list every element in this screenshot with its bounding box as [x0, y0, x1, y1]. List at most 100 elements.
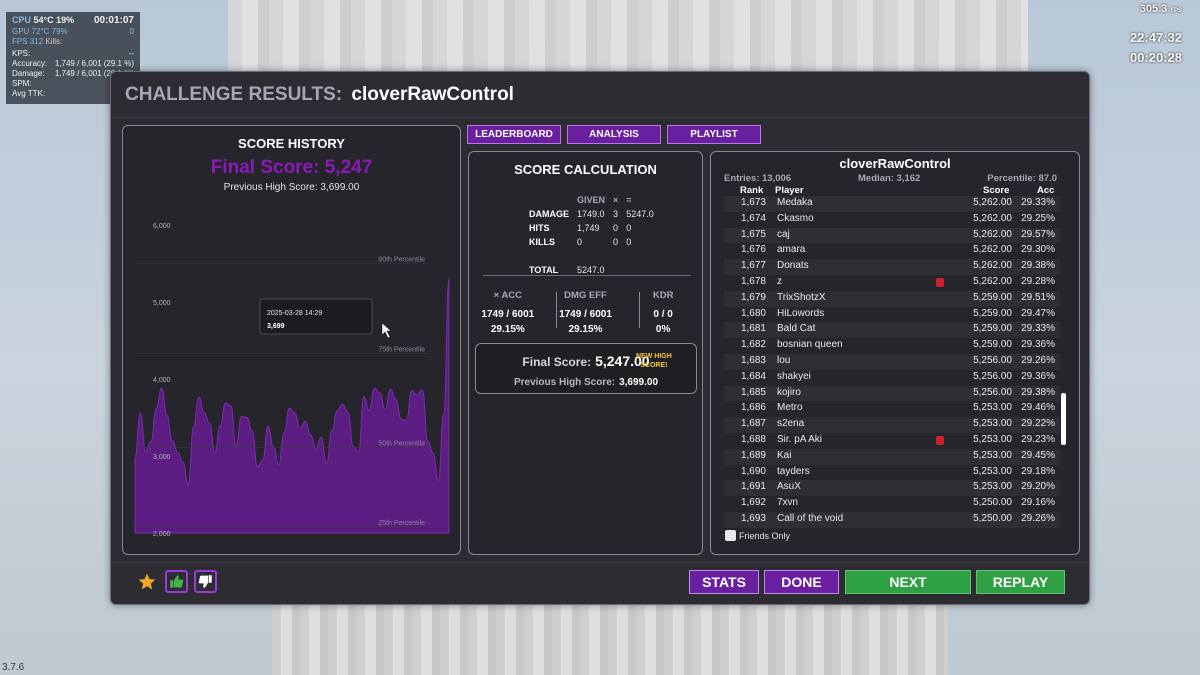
- row-acc: 29.26%: [1021, 512, 1055, 524]
- row-player: s2ena: [777, 418, 805, 430]
- row-rank: 1,685: [740, 386, 766, 398]
- tab-analysis[interactable]: ANALYSIS: [567, 125, 661, 144]
- row-score: 5,256.00: [973, 354, 1012, 366]
- leaderboard-row[interactable]: 1,678 z 5,262.00 29.28%: [724, 275, 1060, 291]
- hud-kps-value: --: [128, 49, 134, 58]
- leaderboard-entries: Entries: 13,006: [724, 173, 792, 184]
- row-score: 5,259.00: [973, 339, 1012, 351]
- row-acc: 29.20%: [1021, 481, 1055, 493]
- row-player: Metro: [777, 402, 803, 414]
- fps-counter: 305.3 FPS: [1139, 3, 1182, 15]
- version-label: 3.7.6: [2, 662, 25, 673]
- leaderboard-row[interactable]: 1,676 amara 5,262.00 29.30%: [724, 243, 1060, 259]
- row-rank: 1,674: [740, 212, 766, 224]
- hud-damage-label: Damage:: [12, 69, 45, 78]
- row-score: 5,253.00: [973, 402, 1012, 414]
- row-player: Kai: [777, 449, 792, 461]
- y-tick-label: 2,000: [153, 531, 171, 538]
- row-player: z: [777, 275, 782, 287]
- thumbs-down-icon[interactable]: [194, 570, 217, 593]
- row-rank: 1,682: [740, 339, 766, 351]
- friends-only-label: Friends Only: [739, 530, 791, 541]
- row-acc: 29.46%: [1021, 402, 1055, 414]
- row-score: 5,262.00: [973, 228, 1012, 240]
- row-player: kojiro: [777, 386, 801, 398]
- header-score: Score: [983, 185, 1010, 196]
- leaderboard-row[interactable]: 1,689 Kai 5,253.00 29.45%: [724, 448, 1060, 465]
- row-player: AsuX: [777, 481, 801, 493]
- next-button[interactable]: NEXT: [845, 570, 971, 594]
- score-history-title: SCORE HISTORY: [238, 136, 345, 151]
- header-player: Player: [775, 185, 804, 196]
- row-rank: 1,687: [740, 418, 766, 430]
- metric-damage-efficiency: DMG EFF 1749 / 6001 29.15%: [559, 290, 612, 335]
- metric-divider: [639, 292, 640, 328]
- favorite-star-icon[interactable]: [137, 572, 157, 592]
- row-player: caj: [777, 228, 790, 240]
- row-rank: 1,692: [740, 497, 766, 509]
- y-tick-label: 5,000: [153, 300, 171, 307]
- replay-button[interactable]: REPLAY: [976, 570, 1065, 594]
- row-rank: 1,673: [740, 197, 766, 208]
- row-acc: 29.23%: [1021, 433, 1055, 445]
- play-timer: 00:20:28: [1129, 50, 1182, 65]
- score-history-chart[interactable]: 90th Percentile 75th Percentile 50th Perce…: [123, 211, 460, 541]
- row-rank: 1,690: [740, 465, 766, 477]
- leaderboard-row[interactable]: 1,680 HiLowords 5,259.00 29.47%: [724, 307, 1060, 323]
- leaderboard-row[interactable]: 1,675 caj 5,262.00 29.57%: [724, 227, 1060, 244]
- row-score: 5,250.00: [973, 512, 1012, 524]
- row-rank: 1,691: [740, 481, 766, 493]
- hud-cpu: CPU 54°C 19%: [12, 15, 75, 25]
- hud-kps-label: KPS:: [12, 49, 31, 58]
- tab-leaderboard[interactable]: LEADERBOARD: [467, 125, 561, 144]
- metric-accuracy: × ACC 1749 / 6001 29.15%: [481, 290, 535, 335]
- tab-playlist[interactable]: PLAYLIST: [667, 125, 761, 144]
- new-high-score-badge: NEW HIGH SCORE!: [636, 353, 672, 369]
- leaderboard-row[interactable]: 1,679 TrixShotzX 5,259.00 29.51%: [724, 290, 1060, 307]
- leaderboard-percentile: Percentile: 87.0: [987, 173, 1057, 184]
- friends-only-checkbox[interactable]: [725, 530, 736, 541]
- leaderboard-rows[interactable]: 1,673 Medaka 5,262.00 29.33% 1,674 Ckasmo 5,26…: [724, 196, 1060, 528]
- done-button[interactable]: DONE: [764, 570, 839, 594]
- row-player: bosnian queen: [777, 339, 843, 351]
- leaderboard-row[interactable]: 1,691 AsuX 5,253.00 29.20%: [724, 480, 1060, 497]
- given-header: GIVEN: [577, 195, 606, 205]
- thumbs-up-icon[interactable]: [165, 570, 188, 593]
- row-score: 5,262.00: [973, 212, 1012, 224]
- percentile-label: 50th Percentile: [378, 441, 425, 448]
- leaderboard-row[interactable]: 1,681 Bald Cat 5,259.00 29.33%: [724, 322, 1060, 339]
- leaderboard-row[interactable]: 1,693 Call of the void 5,250.00 29.26%: [724, 511, 1060, 528]
- row-acc: 29.30%: [1021, 244, 1055, 256]
- stats-button[interactable]: STATS: [689, 570, 759, 594]
- leaderboard-scrollbar[interactable]: [1061, 393, 1066, 445]
- leaderboard-row[interactable]: 1,677 Donats 5,262.00 29.38%: [724, 259, 1060, 275]
- row-acc: 29.45%: [1021, 449, 1055, 461]
- leaderboard-title: cloverRawControl: [839, 156, 951, 171]
- leaderboard-row[interactable]: 1,682 bosnian queen 5,259.00 29.36%: [724, 338, 1060, 354]
- leaderboard-row[interactable]: 1,674 Ckasmo 5,262.00 29.25%: [724, 212, 1060, 228]
- leaderboard-row[interactable]: 1,673 Medaka 5,262.00 29.33%: [724, 196, 1060, 212]
- leaderboard-row[interactable]: 1,683 lou 5,256.00 29.26%: [724, 353, 1060, 370]
- leaderboard-row[interactable]: 1,686 Metro 5,253.00 29.46%: [724, 401, 1060, 417]
- friends-only-toggle[interactable]: Friends Only: [725, 530, 790, 541]
- hud-accuracy-label: Accuracy:: [12, 59, 48, 68]
- clock-overlay: 22:47:32 00:20:28: [1130, 28, 1182, 68]
- row-acc: 29.36%: [1021, 370, 1055, 382]
- leaderboard-row[interactable]: 1,684 shakyei 5,256.00 29.36%: [724, 370, 1060, 386]
- row-rank: 1,680: [740, 307, 766, 319]
- leaderboard-median: Median: 3,162: [858, 173, 921, 184]
- leaderboard-row[interactable]: 1,690 tayders 5,253.00 29.18%: [724, 465, 1060, 481]
- leaderboard-row[interactable]: 1,685 kojiro 5,256.00 29.38%: [724, 385, 1060, 402]
- row-acc: 29.28%: [1021, 275, 1055, 287]
- hud-spm-label: SPM:: [12, 79, 32, 88]
- leaderboard-row[interactable]: 1,692 7xvn 5,250.00 29.16%: [724, 496, 1060, 512]
- row-score: 5,253.00: [973, 465, 1012, 477]
- row-player: lou: [777, 354, 791, 366]
- percentile-label: 25th Percentile: [378, 520, 425, 527]
- row-score: 5,259.00: [973, 323, 1012, 335]
- leaderboard-row[interactable]: 1,688 Sir. pA Aki 5,253.00 29.23%: [724, 433, 1060, 449]
- header-acc: Acc: [1037, 185, 1055, 196]
- hud-fps: FPS 312 Kills:: [12, 37, 63, 46]
- leaderboard-row[interactable]: 1,687 s2ena 5,253.00 29.22%: [724, 417, 1060, 433]
- final-score-large: Final Score: 5,247: [210, 157, 373, 178]
